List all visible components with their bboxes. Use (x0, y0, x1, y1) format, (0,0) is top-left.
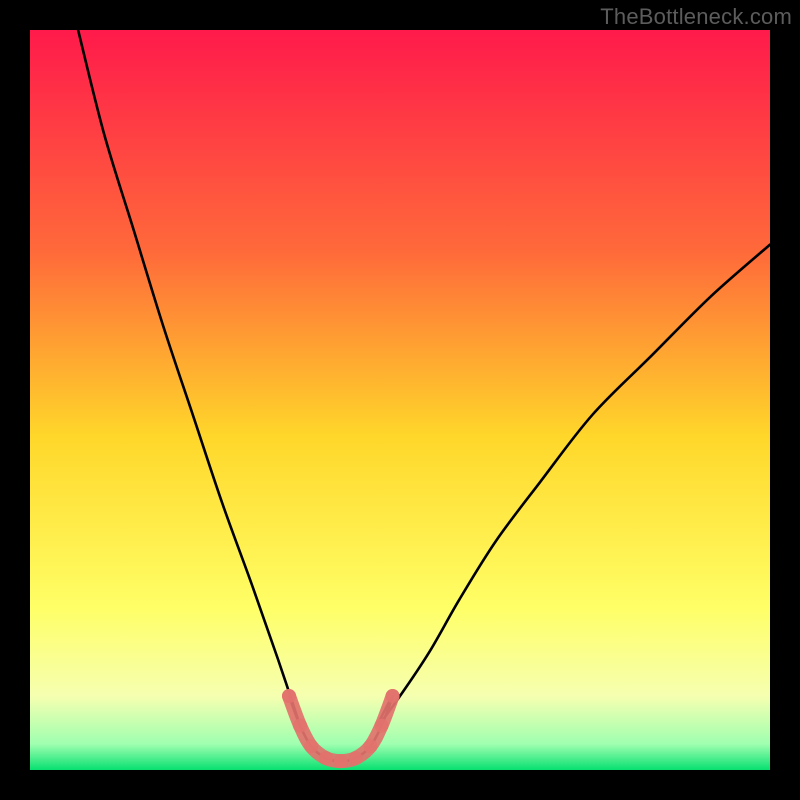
valley-highlight-dot (375, 719, 389, 733)
valley-highlight-dot (334, 754, 348, 768)
valley-highlight-dot (386, 689, 400, 703)
watermark-text: TheBottleneck.com (600, 4, 792, 30)
valley-highlight-dot (282, 689, 296, 703)
plot-background (30, 30, 770, 770)
valley-highlight-dot (304, 739, 318, 753)
valley-highlight-dot (363, 739, 377, 753)
valley-highlight-dot (293, 719, 307, 733)
valley-highlight-dot (349, 751, 363, 765)
bottleneck-chart (0, 0, 800, 800)
valley-highlight-dot (319, 751, 333, 765)
chart-frame: TheBottleneck.com (0, 0, 800, 800)
